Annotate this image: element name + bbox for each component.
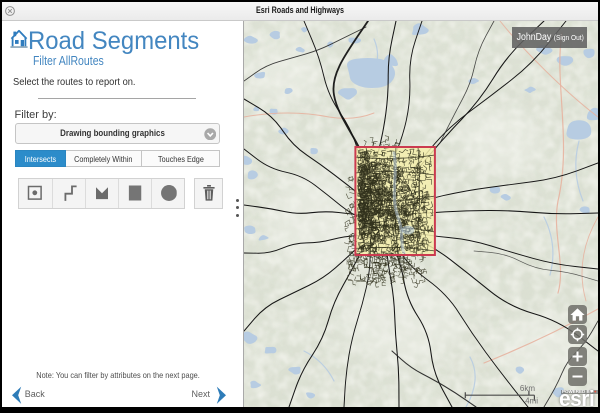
- svg-text:4mi: 4mi: [525, 397, 538, 406]
- svg-text:6km: 6km: [520, 384, 535, 393]
